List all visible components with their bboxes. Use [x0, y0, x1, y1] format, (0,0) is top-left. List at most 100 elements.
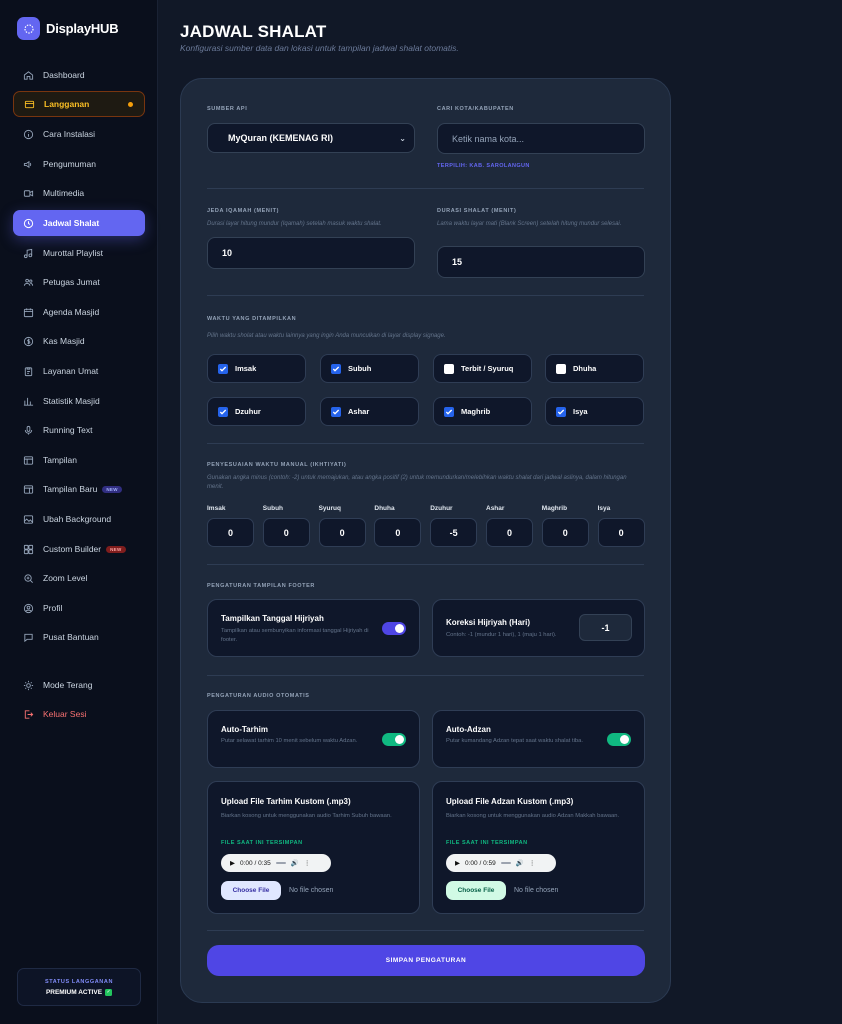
adzan-toggle-switch[interactable]: [607, 733, 631, 746]
sun-icon: [23, 680, 34, 691]
play-icon[interactable]: ▶: [230, 859, 235, 867]
toggle-knob: [395, 735, 404, 744]
sidebar-item-label: Ubah Background: [43, 514, 112, 524]
mic-icon: [23, 425, 34, 436]
hijri-toggle-switch[interactable]: [382, 622, 406, 635]
subscription-status: STATUS LANGGANAN PREMIUM ACTIVE ✓: [17, 968, 141, 1006]
adjust-input-dhuha[interactable]: 0: [374, 518, 422, 547]
sidebar-item-layanan-umat[interactable]: Layanan Umat: [13, 358, 145, 384]
audio-progress[interactable]: [275, 862, 286, 864]
time-checkbox-ashar[interactable]: Ashar: [320, 397, 419, 426]
sidebar-item-label: Zoom Level: [43, 573, 88, 583]
tarhim-title: Auto-Tarhim: [221, 725, 268, 734]
adjust-hint: Gunakan angka minus (contoh: -2) untuk m…: [207, 475, 627, 490]
adjust-input-maghrib[interactable]: 0: [541, 518, 589, 547]
users-icon: [23, 277, 34, 288]
brand[interactable]: DisplayHUB: [17, 17, 119, 40]
sidebar-item-label: Jadwal Shalat: [43, 218, 100, 228]
checkbox-label: Dzuhur: [235, 407, 261, 416]
checkbox-checked-icon[interactable]: [556, 406, 566, 417]
volume-icon[interactable]: 🔊: [291, 859, 299, 867]
adjust-label-isya: Isya: [597, 505, 611, 512]
sidebar-item-custom-builder[interactable]: Custom Builder NEW: [13, 536, 145, 562]
sidebar-item-petugas-jumat[interactable]: Petugas Jumat: [13, 269, 145, 295]
audio-progress[interactable]: [500, 862, 511, 864]
sidebar-item-cara-instalasi[interactable]: Cara Instalasi: [13, 121, 145, 147]
video-icon: [23, 188, 34, 199]
sidebar-item-dashboard[interactable]: Dashboard: [13, 62, 145, 88]
source-label: SUMBER API: [207, 106, 248, 112]
adzan-title: Auto-Adzan: [446, 725, 491, 734]
megaphone-icon: [23, 159, 34, 170]
sidebar-item-langganan[interactable]: Langganan: [13, 91, 145, 117]
sidebar-item-label: Layanan Umat: [43, 366, 99, 376]
sidebar-item-tampilan[interactable]: Tampilan: [13, 447, 145, 473]
upload-adzan-desc: Biarkan kosong untuk menggunakan audio A…: [446, 813, 620, 819]
sidebar-item-running-text[interactable]: Running Text: [13, 417, 145, 443]
footer-label: PENGATURAN TAMPILAN FOOTER: [207, 583, 315, 589]
checkbox-unchecked-icon[interactable]: [444, 363, 454, 374]
hijri-toggle-panel: Tampilkan Tanggal Hijriyah Tampilkan ata…: [207, 599, 420, 657]
sidebar-item-pengumuman[interactable]: Pengumuman: [13, 151, 145, 177]
sidebar-item-pusat-bantuan[interactable]: Pusat Bantuan: [13, 624, 145, 650]
save-settings-button[interactable]: SIMPAN PENGATURAN: [207, 945, 645, 976]
time-checkbox-isya[interactable]: Isya: [545, 397, 644, 426]
adjust-input-syuruq[interactable]: 0: [318, 518, 366, 547]
audio-player[interactable]: ▶ 0:00 / 0:35 🔊 ⋮: [221, 854, 331, 872]
sidebar-item-murottal-playlist[interactable]: Murottal Playlist: [13, 240, 145, 266]
sidebar-item-keluar-sesi[interactable]: Keluar Sesi: [13, 701, 145, 727]
adjust-label-imsak: Imsak: [207, 505, 226, 512]
iqamah-input[interactable]: 10: [207, 237, 415, 269]
checkbox-unchecked-icon[interactable]: [556, 363, 566, 374]
sidebar-item-kas-masjid[interactable]: Kas Masjid: [13, 328, 145, 354]
more-icon[interactable]: ⋮: [529, 859, 536, 867]
more-icon[interactable]: ⋮: [304, 859, 311, 867]
checkbox-checked-icon[interactable]: [218, 406, 228, 417]
sidebar-item-statistik-masjid[interactable]: Statistik Masjid: [13, 388, 145, 414]
time-checkbox-dzuhur[interactable]: Dzuhur: [207, 397, 306, 426]
source-select[interactable]: MyQuran (KEMENAG RI) ⌄: [207, 123, 415, 153]
chat-icon: [23, 632, 34, 643]
sidebar-item-multimedia[interactable]: Multimedia: [13, 180, 145, 206]
clipboard-icon: [23, 366, 34, 377]
sidebar-item-label: Tampilan Baru: [43, 484, 98, 494]
city-search-input[interactable]: Ketik nama kota...: [437, 123, 645, 154]
sidebar-item-label: Murottal Playlist: [43, 248, 103, 258]
sidebar-item-profil[interactable]: Profil: [13, 595, 145, 621]
times-label: WAKTU YANG DITAMPILKAN: [207, 316, 297, 322]
sidebar-item-zoom-level[interactable]: Zoom Level: [13, 565, 145, 591]
sidebar-item-agenda-masjid[interactable]: Agenda Masjid: [13, 299, 145, 325]
upload-tarhim-panel: Upload File Tarhim Kustom (.mp3) Biarkan…: [207, 781, 420, 914]
prayer-duration-input[interactable]: 15: [437, 246, 645, 278]
checkbox-checked-icon[interactable]: [331, 363, 341, 374]
hijri-fix-input[interactable]: -1: [579, 614, 632, 641]
sidebar-item-label: Statistik Masjid: [43, 396, 100, 406]
play-icon[interactable]: ▶: [455, 859, 460, 867]
adjust-label-ashar: Ashar: [486, 505, 505, 512]
checkbox-checked-icon[interactable]: [444, 406, 454, 417]
sidebar-item-mode-terang[interactable]: Mode Terang: [13, 672, 145, 698]
sidebar-item-ubah-background[interactable]: Ubah Background: [13, 506, 145, 532]
time-checkbox-imsak[interactable]: Imsak: [207, 354, 306, 383]
tarhim-desc: Putar selawat tarhim 10 menit sebelum wa…: [221, 738, 358, 744]
checkbox-checked-icon[interactable]: [331, 406, 341, 417]
adjust-input-ashar[interactable]: 0: [486, 518, 533, 547]
adjust-input-subuh[interactable]: 0: [262, 518, 310, 547]
adjust-label-dzuhur: Dzuhur: [430, 505, 453, 512]
choose-file-button[interactable]: Choose File: [446, 881, 506, 900]
volume-icon[interactable]: 🔊: [516, 859, 524, 867]
time-checkbox-subuh[interactable]: Subuh: [320, 354, 419, 383]
adjust-input-isya[interactable]: 0: [597, 518, 645, 547]
tarhim-toggle-switch[interactable]: [382, 733, 406, 746]
sidebar-item-tampilan-baru[interactable]: Tampilan Baru NEW: [13, 476, 145, 502]
notification-dot: [128, 101, 133, 107]
checkbox-checked-icon[interactable]: [218, 363, 228, 374]
time-checkbox-terbit-syuruq[interactable]: Terbit / Syuruq: [433, 354, 532, 383]
choose-file-button[interactable]: Choose File: [221, 881, 281, 900]
time-checkbox-dhuha[interactable]: Dhuha: [545, 354, 644, 383]
adjust-input-dzuhur[interactable]: -5: [430, 518, 478, 547]
sidebar-item-jadwal-shalat[interactable]: Jadwal Shalat: [13, 210, 145, 236]
adjust-input-imsak[interactable]: 0: [207, 518, 254, 547]
time-checkbox-maghrib[interactable]: Maghrib: [433, 397, 532, 426]
audio-player[interactable]: ▶ 0:00 / 0:59 🔊 ⋮: [446, 854, 556, 872]
